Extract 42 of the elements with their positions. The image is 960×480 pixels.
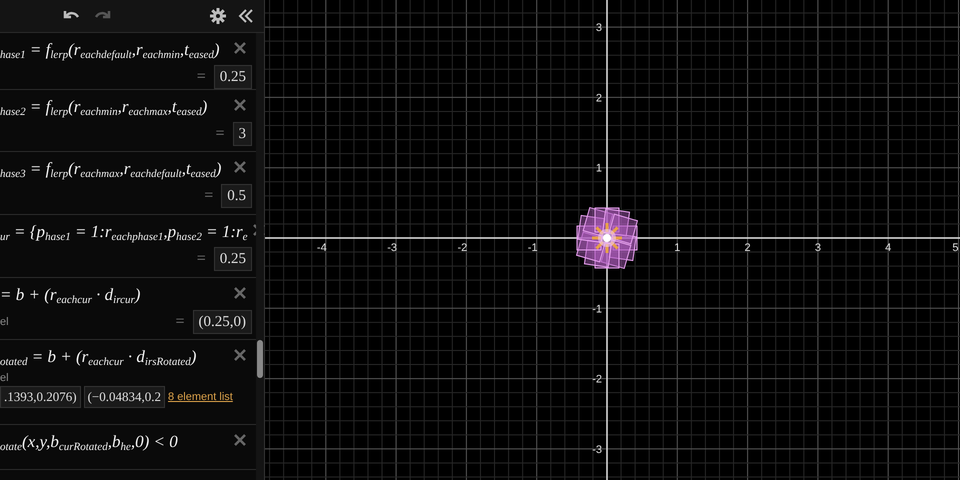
list-link[interactable]: 8 element list [168,388,233,405]
graph-canvas[interactable]: -4 -3 -2 -1 1 2 3 4 5 3 2 1 -1 -2 -3 [265,0,960,480]
scrollbar[interactable] [256,33,264,480]
flower-pattern-drawing [576,206,638,270]
list-value: (−0.04834,0.2 [84,386,166,408]
axis-tick-label: -4 [316,242,327,254]
axis-tick-label: 3 [814,242,821,254]
math-expression[interactable]: $_{hase1}$ = f$_{lerp}$(r$_{eachdefault}$,r$_{eachmin}$,t$_{eased}$) [0,37,220,62]
math-expression[interactable]: $_{hase2}$ = f$_{lerp}$(r$_{eachmin}$,r$_{eachmax}$,t$_{eased}$) [0,94,208,120]
equals-sign: = [196,66,206,87]
equals-sign: = [196,248,206,269]
math-expression[interactable]: $_{otate}$(x,y,b$_{curRotated}$,b$_{he}$,0) < 0 [0,429,178,454]
equals-sign: = [175,312,184,332]
math-expression[interactable]: $_{otated}$ = b + (r$_{eachcur}$ · d$_{irsRotated}$) [0,344,196,370]
result-value: (0.25,0) [192,310,252,334]
math-expression[interactable]: = b + (r$_{eachcur}$ · d$_{ircur}$) [0,282,140,308]
result-value: 0.25 [214,64,252,89]
axis-tick-label: -3 [592,444,602,456]
result-value: 3 [232,122,252,146]
list-value: .1393,0.2076) [0,386,81,408]
axis-tick-label: 1 [596,162,602,175]
math-expression[interactable]: $_{ur}$ = {p$_{hase1}$ = 1:r$_{eachphase1}$,p$_{hase2}$ = 1:r$_{e}$ [0,219,248,244]
axis-tick-label: -3 [387,242,397,254]
axis-tick-label: 1 [674,242,680,254]
axis-tick-label: 2 [744,242,751,254]
settings-icon[interactable] [208,6,228,26]
expression-label: el [0,370,10,386]
result-value: 0.25 [214,246,252,271]
axis-tick-label: 4 [885,242,892,254]
axis-tick-label: 3 [596,22,602,34]
axis-tick-label: 5 [952,242,958,254]
axis-tick-label: 2 [596,92,602,104]
expression-label: el [0,314,9,330]
equals-sign: = [215,124,224,144]
math-expression[interactable]: $_{hase3}$ = f$_{lerp}$(r$_{eachmax}$,r$_{eachdefault}$,t$_{eased}$) [0,156,222,182]
result-value: 0.5 [221,184,252,208]
equals-sign: = [204,186,214,206]
axis-tick-label: -1 [592,303,602,316]
scrollbar-thumb[interactable] [257,340,263,378]
axis-tick-label: -2 [458,242,468,254]
axis-tick-label: -2 [592,374,602,386]
axis-tick-label: -1 [528,242,538,254]
